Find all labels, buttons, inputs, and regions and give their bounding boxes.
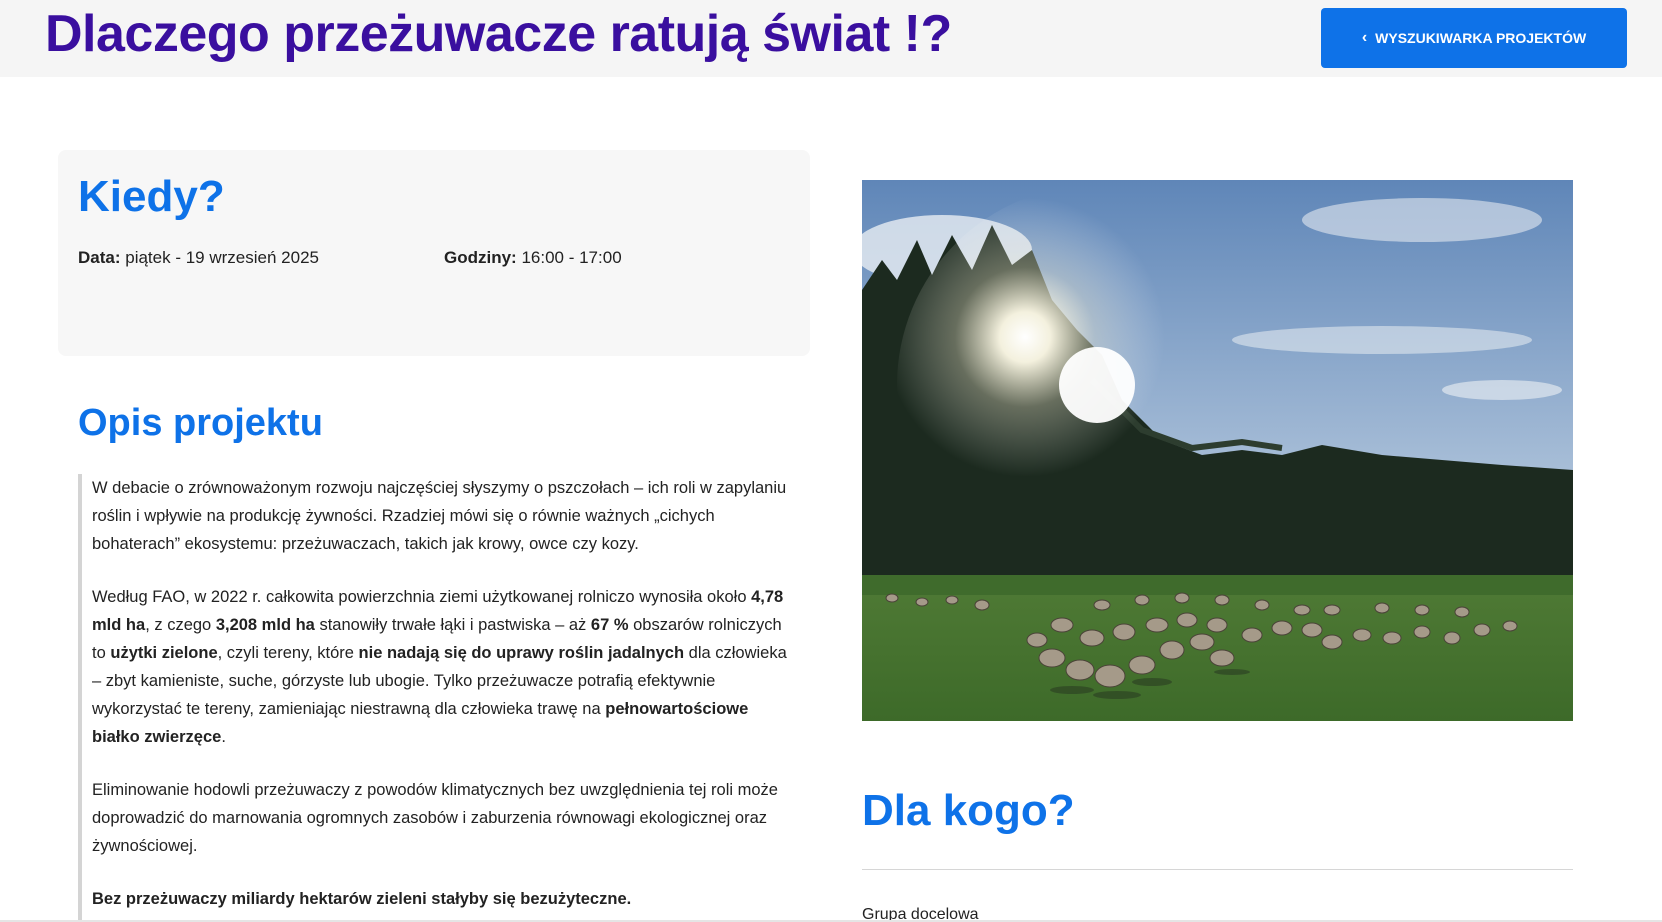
description-body: W debacie o zrównoważonym rozwoju najczę… — [78, 474, 790, 922]
hours-label: Godziny: — [444, 248, 517, 267]
when-card: Kiedy? Data: piątek - 19 wrzesień 2025 G… — [58, 150, 810, 356]
event-hours: Godziny: 16:00 - 17:00 — [444, 248, 622, 268]
description-title: Opis projektu — [78, 402, 323, 444]
description-paragraph-3: Eliminowanie hodowli przeżuwaczy z powod… — [92, 781, 778, 855]
header-bar: Dlaczego przeżuwacze ratują świat !? ‹ W… — [0, 0, 1662, 77]
when-title: Kiedy? — [78, 172, 225, 221]
project-photo-sheep-pasture — [862, 180, 1573, 721]
project-search-button[interactable]: ‹ WYSZUKIWARKA PROJEKTÓW — [1321, 8, 1627, 68]
section-divider — [862, 869, 1573, 870]
hours-value: 16:00 - 17:00 — [521, 248, 622, 267]
project-search-button-label: WYSZUKIWARKA PROJEKTÓW — [1375, 30, 1587, 46]
target-group-title: Dla kogo? — [862, 786, 1075, 835]
page-title: Dlaczego przeżuwacze ratują świat !? — [45, 5, 952, 63]
event-date: Data: piątek - 19 wrzesień 2025 — [78, 248, 319, 268]
date-value: piątek - 19 wrzesień 2025 — [125, 248, 319, 267]
chevron-left-icon: ‹ — [1361, 29, 1368, 46]
description-paragraph-4: Bez przeżuwaczy miliardy hektarów zielen… — [92, 890, 632, 908]
description-paragraph-1: W debacie o zrównoważonym rozwoju najczę… — [92, 479, 787, 553]
description-paragraph-2: Według FAO, w 2022 r. całkowita powierzc… — [92, 588, 787, 746]
date-label: Data: — [78, 248, 121, 267]
